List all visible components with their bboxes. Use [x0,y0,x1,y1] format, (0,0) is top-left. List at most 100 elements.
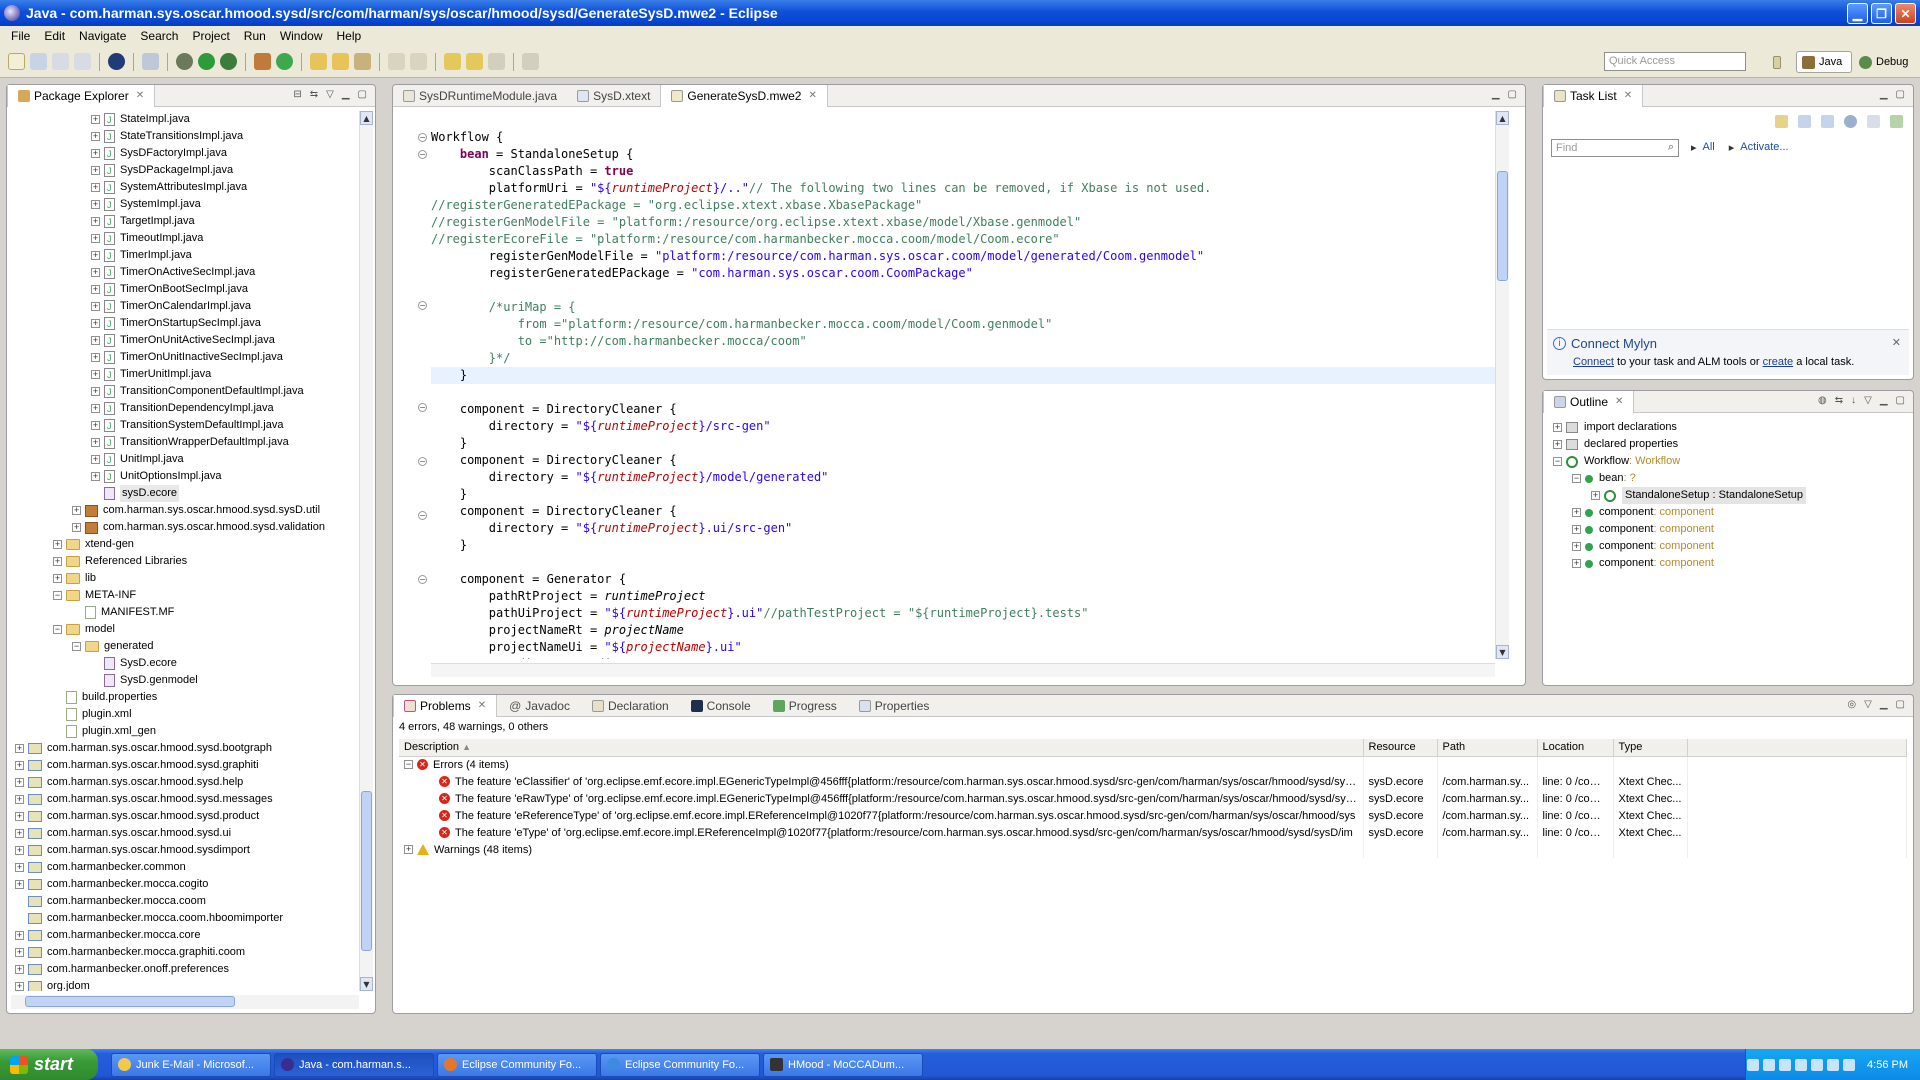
expand-icon[interactable]: + [91,200,100,209]
view-menu-icon[interactable]: ▽ [1864,395,1872,406]
expand-icon[interactable]: + [1591,491,1600,500]
tree-item[interactable]: com.harmanbecker.mocca.coom [15,893,360,910]
debug-icon[interactable] [176,53,193,70]
outline-item[interactable]: + declared properties [1553,436,1903,453]
new-class-icon[interactable] [276,53,293,70]
maximize-view-icon[interactable]: ▢ [358,89,367,100]
minimize-view-icon[interactable]: ▁ [1492,89,1500,100]
code-editor[interactable]: Workflow { bean = StandaloneSetup { scan… [431,129,1495,659]
tray-icon[interactable] [1843,1058,1856,1071]
expand-icon[interactable]: + [1572,542,1581,551]
tray-icon[interactable] [1763,1058,1776,1071]
taskbar-item-firefox[interactable]: Eclipse Community Fo... [437,1052,597,1077]
open-type-icon[interactable] [310,53,327,70]
tray-icon[interactable] [1795,1058,1808,1071]
tab-properties[interactable]: Properties [849,695,940,717]
expand-icon[interactable]: + [404,845,413,855]
tree-item[interactable]: + com.harman.sys.oscar.hmood.sysd.product [15,808,360,825]
tree-item[interactable]: +TransitionWrapperDefaultImpl.java [15,434,360,452]
outline-item[interactable]: + import declarations [1553,419,1903,436]
task-find-input[interactable]: Find ⌕ [1551,139,1679,157]
view-menu-icon[interactable]: ▽ [326,89,334,100]
fold-marker[interactable]: − [418,150,427,159]
menu-run[interactable]: Run [237,29,273,43]
categorized-icon[interactable] [1798,115,1811,128]
expand-icon[interactable]: + [91,132,100,141]
tree-item[interactable]: +SysDFactoryImpl.java [15,145,360,163]
view-menu-icon[interactable]: ▽ [1864,699,1872,710]
outline-item[interactable]: + component : component [1553,555,1903,572]
minimize-view-icon[interactable]: ▁ [1880,89,1888,100]
tray-icon[interactable] [1779,1058,1792,1071]
tree-item[interactable]: +TargetImpl.java [15,213,360,231]
tree-item[interactable]: SysD.ecore [15,655,360,672]
tree-item[interactable]: +TimerOnUnitInactiveSecImpl.java [15,349,360,367]
expand-icon[interactable]: + [91,217,100,226]
tree-item[interactable]: + com.harmanbecker.mocca.graphiti.coom [15,944,360,961]
expand-icon[interactable]: + [53,540,62,549]
expand-icon[interactable]: + [15,795,24,804]
expand-icon[interactable]: + [91,472,100,481]
menu-file[interactable]: File [4,29,37,43]
previous-annotation-icon[interactable] [410,53,427,70]
tree-item[interactable]: + com.harman.sys.oscar.hmood.sysd.bootgra… [15,740,360,757]
connect-link[interactable]: Connect [1573,356,1614,368]
menu-navigate[interactable]: Navigate [72,29,133,43]
expand-icon[interactable]: + [72,523,81,532]
expand-icon[interactable]: + [1553,440,1562,449]
expand-icon[interactable]: + [91,404,100,413]
tree-item[interactable]: + com.harman.sys.oscar.hmood.sysd.sysD.ut… [15,502,360,519]
outline-tab[interactable]: Outline ✕ [1543,390,1635,413]
collapse-icon[interactable]: − [404,760,413,770]
close-tab-icon[interactable]: ✕ [478,700,486,711]
tab-progress[interactable]: Progress [763,695,847,717]
expand-icon[interactable]: + [15,948,24,957]
expand-icon[interactable]: + [91,285,100,294]
menu-project[interactable]: Project [185,29,236,43]
scroll-down-icon[interactable]: ▼ [1496,645,1509,659]
tree-item[interactable]: +StateImpl.java [15,111,360,129]
search-icon[interactable] [354,53,371,70]
expand-icon[interactable]: + [15,812,24,821]
collapse-icon[interactable]: − [53,591,62,600]
tree-item[interactable]: com.harmanbecker.mocca.coom.hboomimporte… [15,910,360,927]
fold-marker[interactable]: − [418,403,427,412]
expand-icon[interactable]: + [15,965,24,974]
fold-marker[interactable]: − [418,511,427,520]
expand-icon[interactable]: + [15,880,24,889]
tree-item[interactable]: + com.harman.sys.oscar.hmood.sysdimport [15,842,360,859]
tray-icon[interactable] [1827,1058,1840,1071]
maximize-view-icon[interactable]: ▢ [1896,395,1905,406]
tree-item[interactable]: +SysDPackageImpl.java [15,162,360,180]
skip-breakpoints-icon[interactable] [142,53,159,70]
expand-icon[interactable]: + [15,982,24,991]
expand-icon[interactable]: + [1572,559,1581,568]
new-task-icon[interactable] [1775,115,1788,128]
close-tab-icon[interactable]: ✕ [1624,90,1632,101]
clock[interactable]: 4:56 PM [1867,1059,1908,1071]
debug-perspective-button[interactable]: Debug [1854,51,1916,73]
sync-icon[interactable] [1890,115,1903,128]
warnings-group-row[interactable]: + Warnings (48 items) [399,841,1907,858]
collapse-all-icon[interactable] [1867,115,1880,128]
scroll-down-icon[interactable]: ▼ [360,977,373,991]
menu-window[interactable]: Window [273,29,330,43]
minimize-view-icon[interactable]: ▁ [1880,395,1888,406]
pin-editor-icon[interactable] [522,53,539,70]
expand-icon[interactable]: + [15,761,24,770]
quick-access-input[interactable]: Quick Access [1604,52,1746,71]
maximize-view-icon[interactable]: ▢ [1896,699,1905,710]
tree-item[interactable]: − generated [15,638,360,655]
tree-item[interactable]: − model [15,621,360,638]
tree-item[interactable]: sysD.ecore [15,485,360,502]
tree-item[interactable]: +TimerOnCalendarImpl.java [15,298,360,316]
expand-icon[interactable]: + [91,387,100,396]
tray-icon[interactable] [1811,1058,1824,1071]
all-tasks-link[interactable]: All [1703,141,1715,154]
expand-icon[interactable]: + [1572,508,1581,517]
back-icon[interactable] [444,53,461,70]
menu-search[interactable]: Search [133,29,185,43]
expand-icon[interactable]: + [91,353,100,362]
collapse-icon[interactable]: − [1572,474,1581,483]
activate-link[interactable]: Activate... [1740,141,1788,154]
